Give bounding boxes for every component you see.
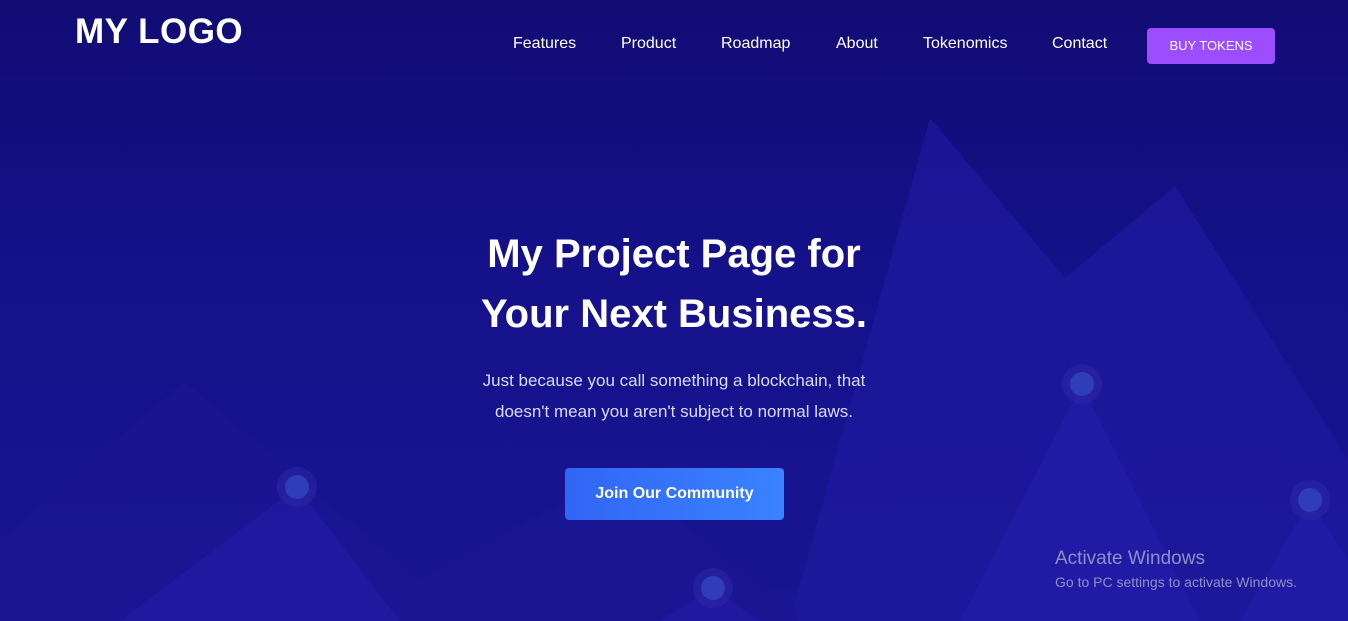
nav-link-tokenomics[interactable]: Tokenomics	[923, 34, 1007, 54]
site-logo[interactable]: MY LOGO	[75, 12, 243, 52]
decor-node	[1290, 480, 1330, 520]
windows-activation-watermark: Activate Windows Go to PC settings to ac…	[1055, 548, 1297, 594]
hero-subtitle-line-2: doesn't mean you aren't subject to norma…	[494, 402, 853, 421]
buy-tokens-button[interactable]: BUY TOKENS	[1147, 28, 1275, 64]
hero-title-line-2: Your Next Business.	[480, 292, 868, 336]
nav-link-features[interactable]: Features	[513, 34, 576, 54]
navbar: MY LOGO Features Product Roadmap About T…	[0, 0, 1348, 80]
hero-subtitle-line-1: Just because you call something a blockc…	[482, 371, 866, 390]
decor-node	[1062, 364, 1102, 404]
decor-node	[693, 568, 733, 608]
nav-link-contact[interactable]: Contact	[1052, 34, 1107, 54]
nav-link-product[interactable]: Product	[621, 34, 676, 54]
nav-link-about[interactable]: About	[836, 34, 878, 54]
watermark-title: Activate Windows	[1055, 548, 1205, 569]
hero-subtitle: Just because you call something a blockc…	[424, 365, 924, 427]
decor-node	[277, 467, 317, 507]
join-community-button[interactable]: Join Our Community	[565, 468, 784, 520]
nav-link-roadmap[interactable]: Roadmap	[721, 34, 790, 54]
watermark-text: Go to PC settings to activate Windows.	[1055, 574, 1297, 590]
hero-title: My Project Page for Your Next Business.	[374, 224, 974, 344]
hero-title-line-1: My Project Page for	[487, 232, 861, 276]
